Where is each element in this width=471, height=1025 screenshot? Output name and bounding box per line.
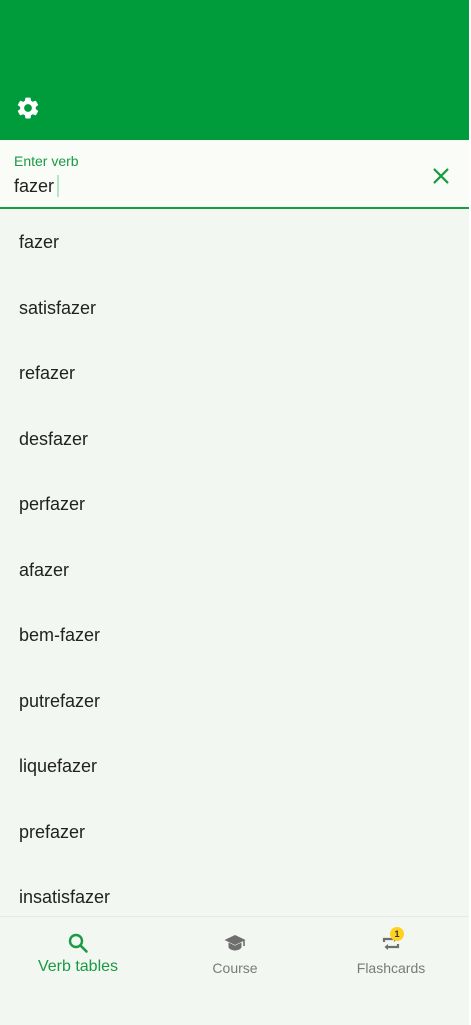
graduation-cap-icon — [221, 929, 249, 957]
result-item[interactable]: fazer — [0, 210, 469, 276]
result-item[interactable]: afazer — [0, 538, 469, 604]
result-item[interactable]: prefazer — [0, 800, 469, 866]
result-item[interactable]: satisfazer — [0, 276, 469, 342]
search-label: Enter verb — [14, 153, 79, 169]
result-item[interactable]: bem-fazer — [0, 603, 469, 669]
verb-results-list: fazer satisfazer refazer desfazer perfaz… — [0, 210, 469, 916]
app-header — [0, 0, 469, 140]
search-icon — [64, 929, 92, 957]
nav-verb-tables[interactable]: Verb tables — [0, 917, 156, 997]
settings-button[interactable] — [10, 91, 46, 125]
result-item[interactable]: insatisfazer — [0, 865, 469, 916]
search-input[interactable] — [14, 174, 394, 198]
nav-label-course: Course — [212, 960, 258, 976]
result-item[interactable]: liquefazer — [0, 734, 469, 800]
clear-search-button[interactable] — [424, 159, 458, 193]
gear-icon — [17, 97, 39, 119]
text-cursor — [57, 175, 59, 197]
result-item[interactable]: putrefazer — [0, 669, 469, 735]
result-item[interactable]: perfazer — [0, 472, 469, 538]
result-item[interactable]: refazer — [0, 341, 469, 407]
nav-label-verb-tables: Verb tables — [37, 958, 119, 975]
app-root: Enter verb fazer satisfazer refazer desf… — [0, 0, 469, 1025]
close-icon — [433, 168, 449, 184]
nav-label-flashcards: Flashcards — [356, 960, 426, 976]
result-item[interactable]: desfazer — [0, 407, 469, 473]
nav-course[interactable]: Course — [157, 917, 313, 997]
flashcards-badge: 1 — [390, 927, 404, 941]
